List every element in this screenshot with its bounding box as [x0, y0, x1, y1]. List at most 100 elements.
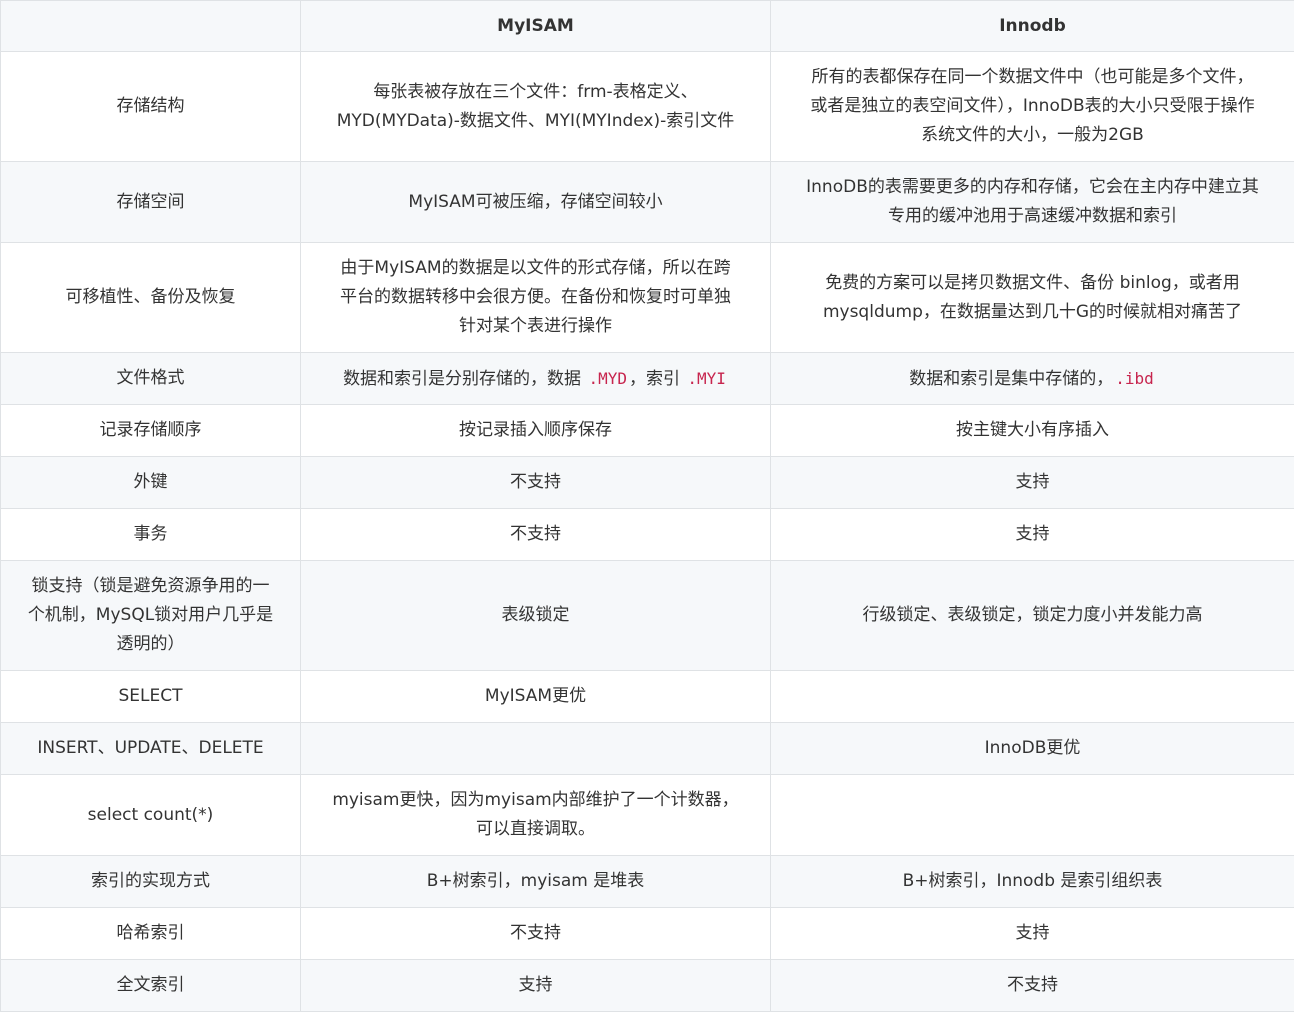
cell-text: 数据和索引是分别存储的，数据: [343, 369, 586, 389]
cell-line: B+树索引，Innodb 是索引组织表: [785, 867, 1280, 896]
cell-line: 不支持: [785, 971, 1280, 1000]
cell-line: 表级锁定: [315, 601, 756, 630]
innodb-cell: [771, 671, 1294, 723]
header-feature: [1, 1, 301, 52]
table-row: 全文索引 支持 不支持: [1, 960, 1294, 1012]
cell-line: 不支持: [315, 919, 756, 948]
myisam-cell: 每张表被存放在三个文件：frm-表格定义、 MYD(MYData)-数据文件、M…: [301, 52, 771, 162]
cell-line: INSERT、UPDATE、DELETE: [15, 734, 286, 763]
innodb-cell: 支持: [771, 509, 1294, 561]
table-row: 外键 不支持 支持: [1, 457, 1294, 509]
cell-line: 或者是独立的表空间文件），InnoDB表的大小只受限于操作: [785, 92, 1280, 121]
cell-line: 透明的）: [15, 630, 286, 659]
myisam-cell: B+树索引，myisam 是堆表: [301, 856, 771, 908]
table-row: 文件格式 数据和索引是分别存储的，数据 .MYD，索引 .MYI 数据和索引是集…: [1, 353, 1294, 405]
file-extension-code: .MYD: [586, 369, 629, 388]
cell-line: 不支持: [315, 520, 756, 549]
table-header: MyISAM Innodb: [1, 1, 1294, 52]
myisam-cell: 数据和索引是分别存储的，数据 .MYD，索引 .MYI: [301, 353, 771, 405]
cell-text: 数据和索引是集中存储的，: [909, 369, 1113, 389]
table-row: 可移植性、备份及恢复 由于MyISAM的数据是以文件的形式存储，所以在跨 平台的…: [1, 243, 1294, 353]
myisam-cell: [301, 723, 771, 775]
cell-line: 免费的方案可以是拷贝数据文件、备份 binlog，或者用: [785, 269, 1280, 298]
cell-line: select count(*): [15, 801, 286, 830]
header-row: MyISAM Innodb: [1, 1, 1294, 52]
cell-line: MyISAM更优: [315, 682, 756, 711]
innodb-cell: 数据和索引是集中存储的，.ibd: [771, 353, 1294, 405]
cell-line: 每张表被存放在三个文件：frm-表格定义、: [315, 78, 756, 107]
myisam-cell: MyISAM可被压缩，存储空间较小: [301, 162, 771, 243]
innodb-cell: 支持: [771, 908, 1294, 960]
innodb-cell: 不支持: [771, 960, 1294, 1012]
cell-line: 支持: [785, 468, 1280, 497]
myisam-cell: 不支持: [301, 457, 771, 509]
innodb-cell: InnoDB的表需要更多的内存和存储，它会在主内存中建立其 专用的缓冲池用于高速…: [771, 162, 1294, 243]
cell-line: 平台的数据转移中会很方便。在备份和恢复时可单独: [315, 283, 756, 312]
cell-line: 索引的实现方式: [15, 867, 286, 896]
table-row: 存储结构 每张表被存放在三个文件：frm-表格定义、 MYD(MYData)-数…: [1, 52, 1294, 162]
feature-cell: INSERT、UPDATE、DELETE: [1, 723, 301, 775]
table-row: select count(*) myisam更快，因为myisam内部维护了一个…: [1, 775, 1294, 856]
cell-line: 按记录插入顺序保存: [315, 416, 756, 445]
myisam-cell: 表级锁定: [301, 561, 771, 671]
myisam-cell: 不支持: [301, 509, 771, 561]
header-myisam: MyISAM: [301, 1, 771, 52]
engine-comparison-table: MyISAM Innodb 存储结构 每张表被存放在三个文件：frm-表格定义、…: [0, 0, 1294, 1012]
table-row: 存储空间 MyISAM可被压缩，存储空间较小 InnoDB的表需要更多的内存和存…: [1, 162, 1294, 243]
cell-line: 外键: [15, 468, 286, 497]
cell-line: InnoDB的表需要更多的内存和存储，它会在主内存中建立其: [785, 173, 1280, 202]
cell-line: 针对某个表进行操作: [315, 312, 756, 341]
cell-line: 哈希索引: [15, 919, 286, 948]
cell-line: 可以直接调取。: [315, 815, 756, 844]
cell-line: 所有的表都保存在同一个数据文件中（也可能是多个文件，: [785, 63, 1280, 92]
cell-line: 按主键大小有序插入: [785, 416, 1280, 445]
feature-cell: 全文索引: [1, 960, 301, 1012]
table-row: 记录存储顺序 按记录插入顺序保存 按主键大小有序插入: [1, 405, 1294, 457]
table-row: 锁支持（锁是避免资源争用的一 个机制，MySQL锁对用户几乎是 透明的） 表级锁…: [1, 561, 1294, 671]
cell-line: MYD(MYData)-数据文件、MYI(MYIndex)-索引文件: [315, 107, 756, 136]
cell-line: 由于MyISAM的数据是以文件的形式存储，所以在跨: [315, 254, 756, 283]
cell-line: 记录存储顺序: [15, 416, 286, 445]
cell-line: 事务: [15, 520, 286, 549]
feature-cell: 外键: [1, 457, 301, 509]
feature-cell: 文件格式: [1, 353, 301, 405]
table-row: INSERT、UPDATE、DELETE InnoDB更优: [1, 723, 1294, 775]
cell-line: 支持: [315, 971, 756, 1000]
feature-cell: 存储结构: [1, 52, 301, 162]
feature-cell: 哈希索引: [1, 908, 301, 960]
innodb-cell: B+树索引，Innodb 是索引组织表: [771, 856, 1294, 908]
table-row: 哈希索引 不支持 支持: [1, 908, 1294, 960]
cell-line: myisam更快，因为myisam内部维护了一个计数器，: [315, 786, 756, 815]
innodb-cell: 行级锁定、表级锁定，锁定力度小并发能力高: [771, 561, 1294, 671]
cell-line: B+树索引，myisam 是堆表: [315, 867, 756, 896]
feature-cell: SELECT: [1, 671, 301, 723]
myisam-cell: 支持: [301, 960, 771, 1012]
file-extension-code: .ibd: [1113, 369, 1156, 388]
cell-line: 可移植性、备份及恢复: [15, 283, 286, 312]
myisam-cell: myisam更快，因为myisam内部维护了一个计数器， 可以直接调取。: [301, 775, 771, 856]
feature-cell: 事务: [1, 509, 301, 561]
cell-line: 行级锁定、表级锁定，锁定力度小并发能力高: [785, 601, 1280, 630]
innodb-cell: [771, 775, 1294, 856]
cell-line: 个机制，MySQL锁对用户几乎是: [15, 601, 286, 630]
file-extension-code: .MYI: [685, 369, 728, 388]
feature-cell: 记录存储顺序: [1, 405, 301, 457]
table-row: SELECT MyISAM更优: [1, 671, 1294, 723]
cell-line: SELECT: [15, 682, 286, 711]
innodb-cell: InnoDB更优: [771, 723, 1294, 775]
feature-cell: select count(*): [1, 775, 301, 856]
cell-line: 存储空间: [15, 188, 286, 217]
cell-line: 全文索引: [15, 971, 286, 1000]
myisam-cell: MyISAM更优: [301, 671, 771, 723]
innodb-cell: 按主键大小有序插入: [771, 405, 1294, 457]
cell-line: 支持: [785, 520, 1280, 549]
table-row: 事务 不支持 支持: [1, 509, 1294, 561]
innodb-cell: 所有的表都保存在同一个数据文件中（也可能是多个文件， 或者是独立的表空间文件），…: [771, 52, 1294, 162]
feature-cell: 索引的实现方式: [1, 856, 301, 908]
cell-line: MyISAM可被压缩，存储空间较小: [315, 188, 756, 217]
feature-cell: 锁支持（锁是避免资源争用的一 个机制，MySQL锁对用户几乎是 透明的）: [1, 561, 301, 671]
cell-line: 不支持: [315, 468, 756, 497]
myisam-cell: 按记录插入顺序保存: [301, 405, 771, 457]
cell-line: 支持: [785, 919, 1280, 948]
feature-cell: 可移植性、备份及恢复: [1, 243, 301, 353]
